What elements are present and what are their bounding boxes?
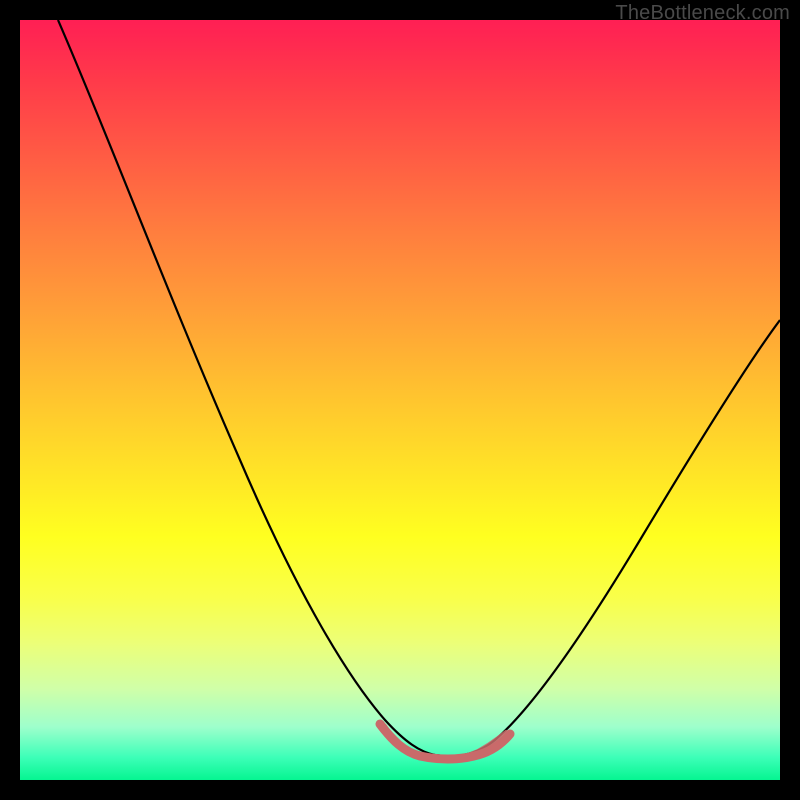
plot-area — [20, 20, 780, 780]
chart-frame: TheBottleneck.com — [0, 0, 800, 800]
watermark-text: TheBottleneck.com — [615, 2, 790, 25]
bottleneck-curve-line — [58, 20, 780, 756]
curve-svg — [20, 20, 780, 780]
